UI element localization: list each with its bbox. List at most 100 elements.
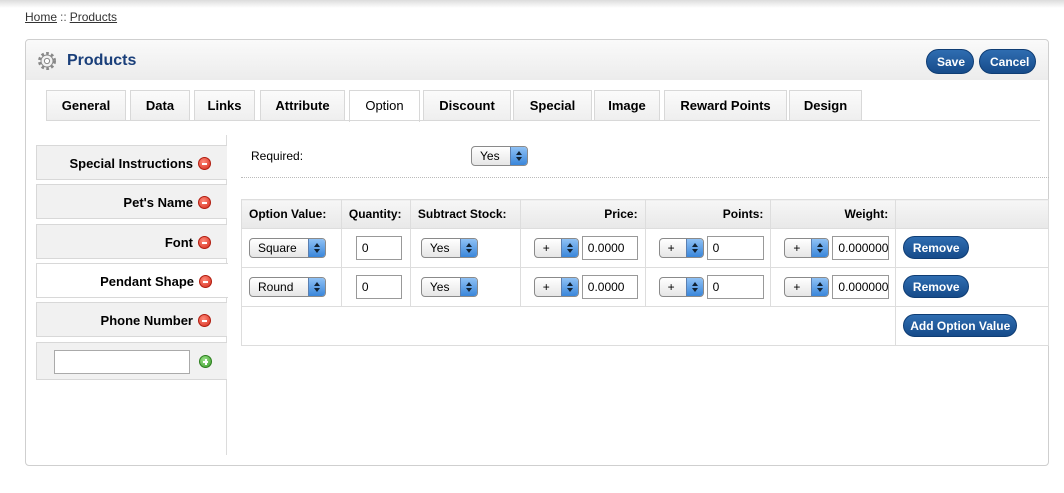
option-value-text: Round bbox=[258, 280, 294, 294]
points-input[interactable]: 0 bbox=[706, 236, 764, 260]
option-value-select[interactable]: Square bbox=[249, 238, 326, 258]
breadcrumb-products-link[interactable]: Products bbox=[70, 10, 117, 24]
option-label: Special Instructions bbox=[69, 156, 193, 172]
header-points: Points: bbox=[644, 199, 772, 229]
tab-discount[interactable]: Discount bbox=[423, 90, 511, 121]
remove-button[interactable]: Remove bbox=[903, 275, 970, 298]
option-value-text: Square bbox=[258, 241, 297, 255]
cancel-button[interactable]: Cancel bbox=[979, 49, 1036, 74]
subtract-stock-select[interactable]: Yes bbox=[420, 238, 478, 258]
breadcrumb-home-link[interactable]: Home bbox=[25, 10, 57, 24]
tab-divider bbox=[46, 120, 1040, 121]
select-arrows-icon bbox=[685, 239, 703, 257]
gear-icon bbox=[38, 52, 56, 70]
select-arrows-icon bbox=[510, 147, 527, 165]
option-item-pendant-shape[interactable]: Pendant Shape bbox=[36, 263, 228, 298]
select-arrows-icon bbox=[308, 239, 325, 257]
table-header-row: Option Value: Quantity: Subtract Stock: … bbox=[241, 199, 1049, 229]
weight-prefix-text: + bbox=[793, 280, 801, 294]
points-input[interactable]: 0 bbox=[706, 275, 764, 299]
tab-special[interactable]: Special bbox=[513, 90, 592, 121]
weight-input[interactable]: 0.00000000 bbox=[832, 236, 890, 260]
page-title: Products bbox=[67, 52, 137, 69]
subtract-stock-text: Yes bbox=[429, 241, 450, 255]
tab-attribute[interactable]: Attribute bbox=[260, 90, 345, 121]
tab-data[interactable]: Data bbox=[130, 90, 190, 121]
weight-prefix-select[interactable]: + bbox=[784, 238, 830, 258]
points-prefix-select[interactable]: + bbox=[658, 277, 704, 297]
add-option-value-button[interactable]: Add Option Value bbox=[903, 314, 1018, 337]
table-row: Square 0 Yes +0.0000 +0 +0.00000000 Remo… bbox=[241, 228, 1049, 268]
select-arrows-icon bbox=[560, 239, 578, 257]
header-option-value: Option Value: bbox=[241, 199, 342, 229]
tab-links[interactable]: Links bbox=[194, 90, 255, 121]
required-label: Required: bbox=[251, 149, 304, 163]
points-prefix-select[interactable]: + bbox=[658, 238, 704, 258]
select-arrows-icon bbox=[685, 278, 703, 296]
tab-option[interactable]: Option bbox=[349, 90, 420, 122]
header-quantity: Quantity: bbox=[340, 199, 411, 229]
products-panel: Products Save Cancel General Data Links … bbox=[25, 39, 1049, 466]
tab-general[interactable]: General bbox=[46, 90, 126, 121]
price-prefix-text: + bbox=[542, 241, 550, 255]
tab-image[interactable]: Image bbox=[594, 90, 660, 121]
option-label: Font bbox=[164, 235, 193, 251]
remove-option-icon[interactable] bbox=[198, 314, 211, 328]
breadcrumb-separator: :: bbox=[60, 10, 67, 24]
price-prefix-select[interactable]: + bbox=[533, 277, 579, 297]
price-input[interactable]: 0.0000 bbox=[581, 236, 638, 260]
table-footer-row: Add Option Value bbox=[240, 306, 1049, 346]
table-row: Round 0 Yes +0.0000 +0 +0.00000000 Remov… bbox=[241, 267, 1049, 307]
option-label: Pendant Shape bbox=[100, 274, 194, 290]
save-button[interactable]: Save bbox=[926, 49, 974, 74]
remove-option-icon[interactable] bbox=[199, 275, 212, 289]
option-label: Pet's Name bbox=[123, 195, 193, 211]
select-arrows-icon bbox=[308, 278, 325, 296]
header-subtract-stock: Subtract Stock: bbox=[409, 199, 521, 229]
remove-option-icon[interactable] bbox=[198, 196, 211, 210]
header-actions bbox=[895, 199, 1049, 229]
add-option-icon[interactable] bbox=[199, 355, 212, 368]
option-list: Special Instructions Pet's Name Font Pen… bbox=[36, 135, 228, 455]
dotted-divider bbox=[241, 177, 1049, 178]
add-option-row bbox=[36, 342, 227, 380]
option-label: Phone Number bbox=[100, 313, 193, 329]
header-weight: Weight: bbox=[770, 199, 897, 229]
required-value: Yes bbox=[480, 149, 500, 163]
select-arrows-icon bbox=[811, 278, 829, 296]
weight-input[interactable]: 0.00000000 bbox=[832, 275, 890, 299]
breadcrumb: Home:: Products bbox=[25, 10, 117, 24]
top-shadow bbox=[0, 0, 1064, 8]
select-arrows-icon bbox=[459, 239, 477, 257]
points-prefix-text: + bbox=[667, 241, 675, 255]
panel-heading: Products Save Cancel bbox=[26, 40, 1048, 80]
required-select[interactable]: Yes bbox=[471, 146, 528, 166]
tab-reward-points[interactable]: Reward Points bbox=[664, 90, 787, 121]
remove-option-icon[interactable] bbox=[198, 157, 211, 171]
header-price: Price: bbox=[519, 199, 646, 229]
new-option-input[interactable] bbox=[54, 350, 190, 374]
subtract-stock-select[interactable]: Yes bbox=[420, 277, 478, 297]
remove-option-icon[interactable] bbox=[198, 236, 211, 250]
option-item-phone-number[interactable]: Phone Number bbox=[36, 302, 227, 337]
price-prefix-text: + bbox=[542, 280, 550, 294]
tab-bar: General Data Links Attribute Option Disc… bbox=[46, 90, 1046, 122]
price-input[interactable]: 0.0000 bbox=[581, 275, 638, 299]
option-item-font[interactable]: Font bbox=[36, 224, 227, 259]
weight-prefix-text: + bbox=[793, 241, 801, 255]
subtract-stock-text: Yes bbox=[429, 280, 450, 294]
option-item-special-instructions[interactable]: Special Instructions bbox=[36, 145, 227, 180]
quantity-input[interactable]: 0 bbox=[355, 236, 402, 260]
remove-button[interactable]: Remove bbox=[903, 236, 970, 259]
weight-prefix-select[interactable]: + bbox=[784, 277, 830, 297]
select-arrows-icon bbox=[560, 278, 578, 296]
tab-design[interactable]: Design bbox=[789, 90, 862, 121]
points-prefix-text: + bbox=[667, 280, 675, 294]
quantity-input[interactable]: 0 bbox=[355, 275, 402, 299]
option-item-pets-name[interactable]: Pet's Name bbox=[36, 184, 227, 219]
price-prefix-select[interactable]: + bbox=[533, 238, 579, 258]
select-arrows-icon bbox=[811, 239, 829, 257]
select-arrows-icon bbox=[459, 278, 477, 296]
option-values-table: Option Value: Quantity: Subtract Stock: … bbox=[240, 199, 1049, 346]
option-value-select[interactable]: Round bbox=[249, 277, 326, 297]
